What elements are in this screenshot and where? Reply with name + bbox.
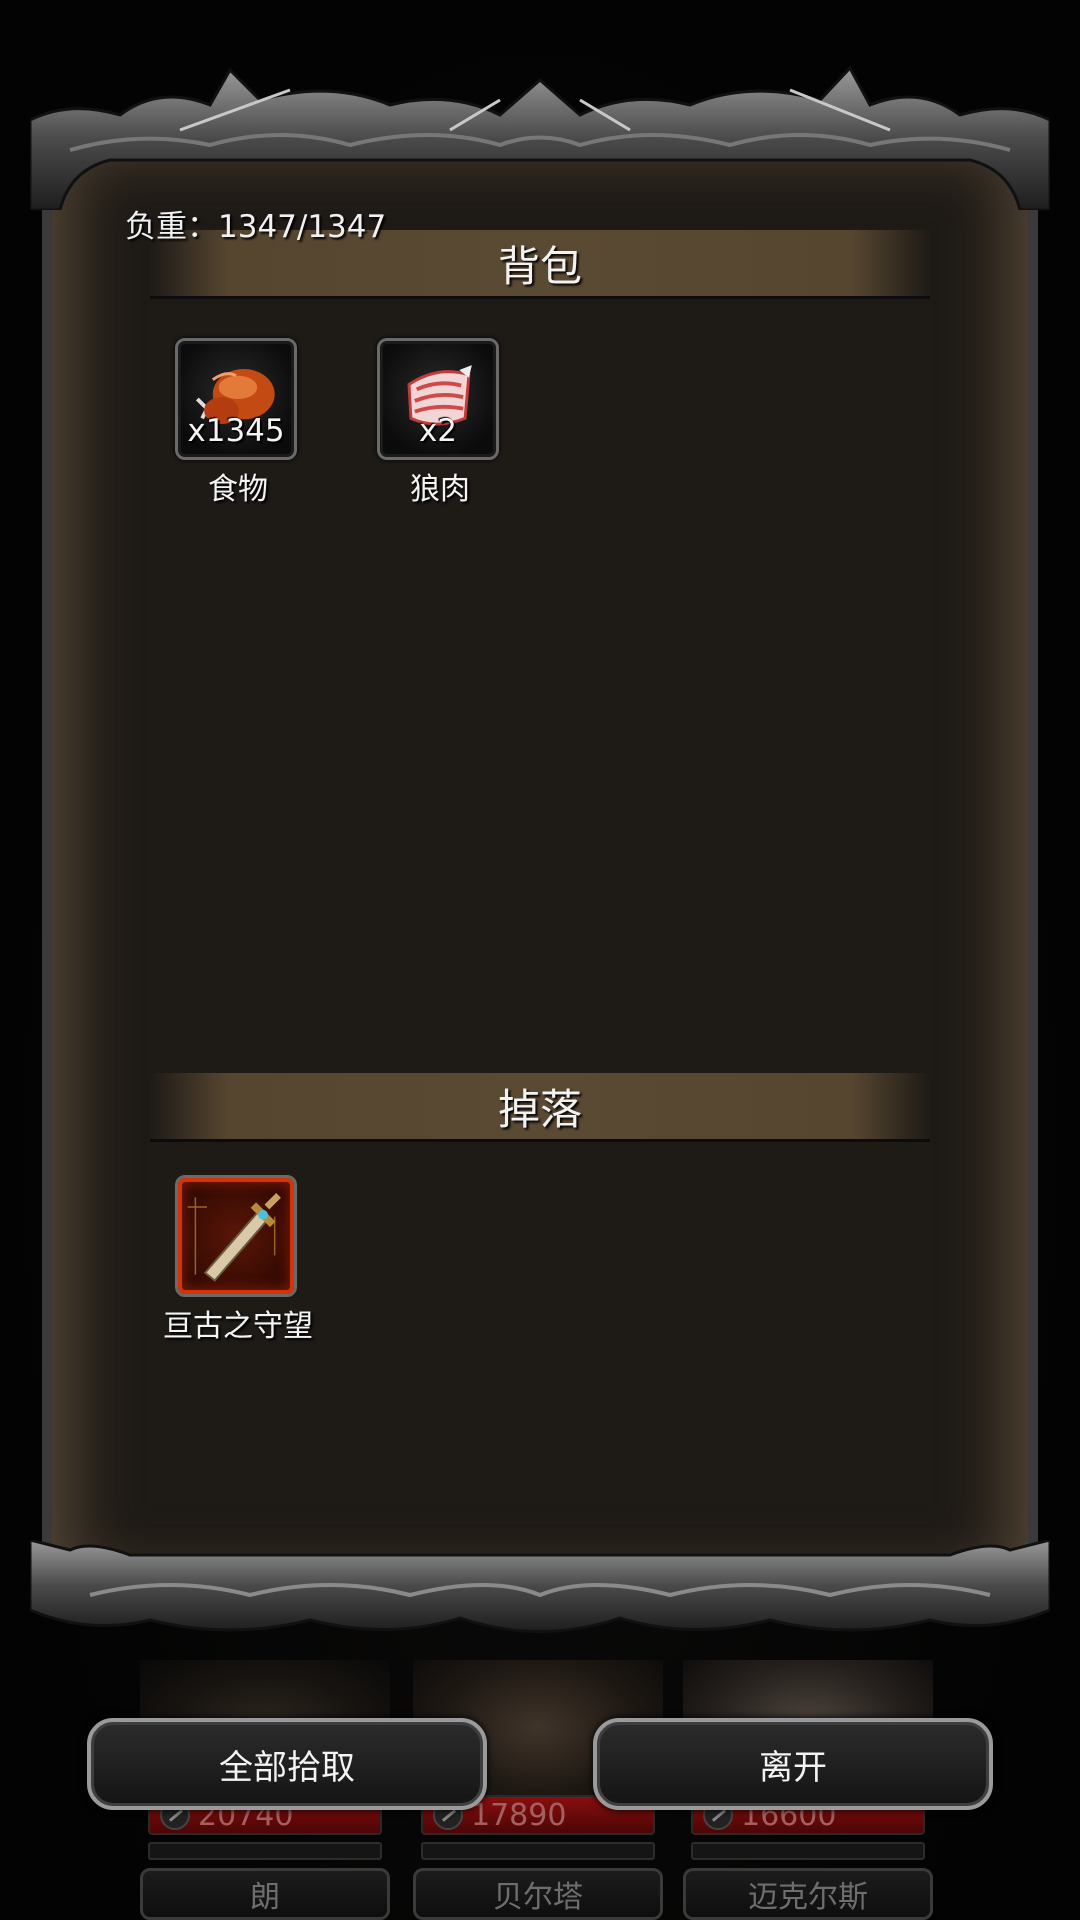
item-frame[interactable]: x2: [377, 338, 499, 460]
inventory-slot-wolf-meat[interactable]: x2 狼肉: [377, 338, 503, 508]
name-plate: 迈克尔斯: [683, 1868, 933, 1920]
item-frame[interactable]: x1345: [175, 338, 297, 460]
leave-button[interactable]: 离开: [593, 1718, 993, 1810]
item-quantity: x2: [418, 413, 458, 449]
pickup-all-button[interactable]: 全部拾取: [87, 1718, 487, 1810]
hp-value: 17890: [471, 1797, 567, 1833]
item-name: 食物: [208, 472, 268, 507]
name-plate: 贝尔塔: [413, 1868, 663, 1920]
ornate-frame-top-icon: [30, 65, 1050, 210]
weight-indicator: 负重：1347/1347: [125, 208, 387, 245]
item-name: 狼肉: [410, 472, 470, 507]
loot-panel: 背包: [30, 60, 1050, 1650]
drops-header: 掉落: [150, 1073, 930, 1142]
item-name: 亘古之守望: [163, 1309, 313, 1344]
resource-bar: [691, 1842, 925, 1860]
inventory-slot-food[interactable]: x1345 食物: [175, 338, 301, 508]
resource-bar: [148, 1842, 382, 1860]
game-screen: 20740 朗 17890 贝尔塔 16600 迈克尔斯 背包 负重：1347/…: [0, 0, 1080, 1920]
resource-bar: [421, 1842, 655, 1860]
drop-slot-sword[interactable]: 亘古之守望: [163, 1175, 313, 1345]
name-plate: 朗: [140, 1868, 390, 1920]
ornate-frame-bottom-icon: [30, 1540, 1050, 1633]
item-quantity: x1345: [187, 413, 285, 449]
drops-title: 掉落: [497, 1084, 582, 1134]
sword-icon: [187, 1193, 281, 1282]
item-frame[interactable]: [175, 1175, 297, 1297]
